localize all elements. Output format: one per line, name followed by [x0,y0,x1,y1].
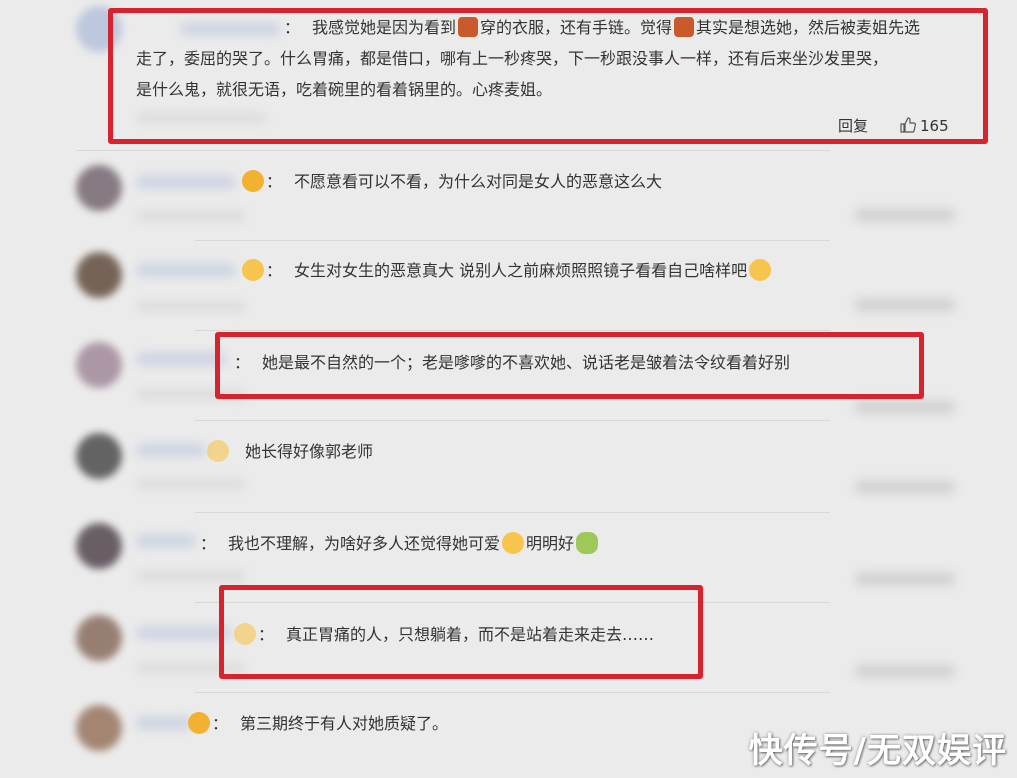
comment-text: ：我也不理解，为啥好多人还觉得她可爱 明明好 [200,528,600,559]
avatar[interactable] [76,523,122,569]
timestamp-blurred [136,210,246,222]
divider [195,512,830,513]
shy-emoji-icon [207,439,229,462]
timestamp-blurred [136,300,246,312]
comment-actions-blurred[interactable] [855,400,955,414]
comment-text: ：不愿意看可以不看，为什么对同是女人的恶意这么大 [240,166,662,197]
timestamp-blurred [136,570,246,582]
divider [195,420,830,421]
tea-bowl-emoji-icon [576,531,599,554]
comment-text: 她长得好像郭老师 [205,436,373,467]
comment-actions-blurred[interactable] [855,208,955,222]
watermark: 快传号/无双娱评 [748,731,1007,771]
avatar[interactable] [76,165,122,211]
divider [195,692,830,693]
avatar[interactable] [76,705,122,751]
avatar[interactable] [76,433,122,479]
laugh-cry-emoji-icon [502,531,525,554]
username-blurred[interactable] [136,626,231,640]
username-blurred[interactable] [136,534,196,548]
comment-text: ：女生对女生的恶意真大 说别人之前麻烦照照镜子看看自己啥样吧 [240,255,773,286]
shy-emoji-icon [749,258,772,281]
comment-actions-blurred[interactable] [855,480,955,494]
username-blurred[interactable] [136,352,226,366]
divider [195,330,830,331]
highlight-box [219,585,703,679]
comment-actions-blurred[interactable] [855,298,955,312]
divider [76,150,830,151]
comment-text: ：第三期终于有人对她质疑了。 [186,708,448,739]
username-blurred[interactable] [136,716,191,730]
highlight-box [108,8,988,144]
comment-actions-blurred[interactable] [855,664,955,678]
avatar[interactable] [76,342,122,388]
crown-emoji-icon [188,711,210,734]
timestamp-blurred [136,478,246,490]
comment-panel: ：我感觉她是因为看到 穿的衣服，还有手链。觉得 其实是想选她，然后被麦姐先选 走了，… [0,0,1017,778]
avatar[interactable] [76,615,122,661]
username-blurred[interactable] [136,263,236,277]
highlight-box [215,332,924,399]
username-blurred[interactable] [136,443,206,457]
avatar[interactable] [76,252,122,298]
crown-emoji-icon [242,169,264,192]
divider [195,240,830,241]
shy-emoji-icon [242,258,264,281]
username-blurred[interactable] [136,175,236,189]
comment-actions-blurred[interactable] [855,572,955,586]
